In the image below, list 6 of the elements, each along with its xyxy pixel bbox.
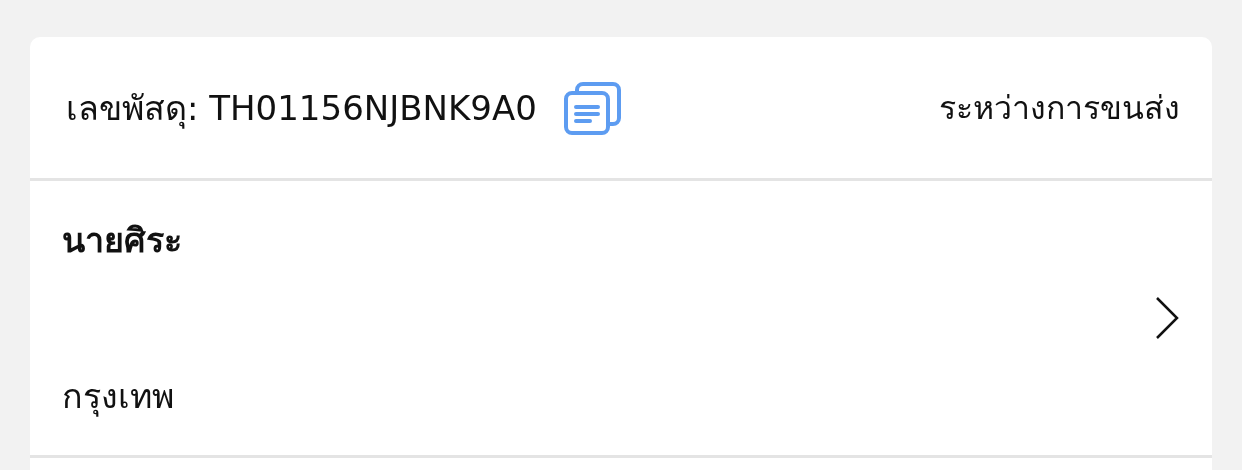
chevron-icon[interactable]: [1154, 296, 1180, 340]
recipient-city: กรุงเทพ: [62, 375, 175, 419]
tracking-number: เลขพัสดุ: TH01156NJBNK9A0: [66, 86, 537, 131]
shipping-status: ระหว่างการขนส่ง: [939, 88, 1180, 129]
recipient-name: นายศิระ: [62, 219, 183, 262]
copy-icon[interactable]: [562, 80, 623, 135]
